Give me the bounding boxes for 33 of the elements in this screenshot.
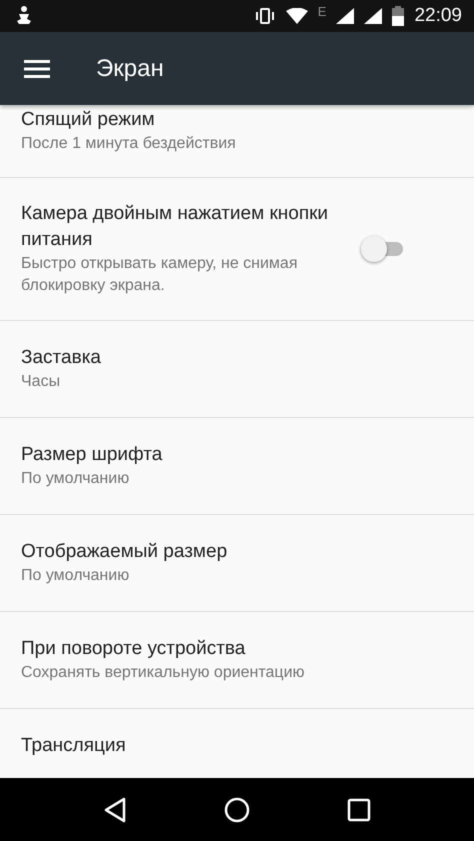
signal-icon: [336, 8, 354, 24]
signal-icon: [364, 8, 382, 24]
setting-summary: По умолчанию: [21, 469, 130, 489]
screen-title: Экран: [96, 54, 164, 82]
setting-summary: После 1 минута бездействия: [21, 134, 237, 154]
clock-time: 22:09: [414, 5, 462, 27]
vibrate-icon: [254, 8, 276, 24]
setting-summary: Сохранять вертикальную ориентацию: [21, 663, 306, 683]
setting-item[interactable]: Заставка Часы: [0, 321, 474, 418]
recents-icon[interactable]: [347, 798, 371, 822]
setting-item[interactable]: Спящий режим После 1 минута бездействия: [0, 105, 474, 178]
menu-icon[interactable]: [24, 60, 50, 78]
setting-item[interactable]: Камера двойным нажатием кнопки питания Быстро открывать камеру, не снимая блокировку экрана.: [0, 178, 474, 321]
setting-title: Спящий режим: [21, 108, 156, 132]
setting-item[interactable]: Отображаемый размер По умолчанию: [0, 515, 474, 612]
meditation-icon: [14, 5, 34, 27]
setting-summary: По умолчанию: [21, 566, 130, 586]
battery-icon: [392, 6, 404, 26]
network-type-label: E: [318, 4, 326, 19]
setting-item[interactable]: Размер шрифта По умолчанию: [0, 418, 474, 515]
setting-title: Камера двойным нажатием кнопки питания: [21, 202, 330, 252]
back-icon[interactable]: [103, 796, 127, 822]
setting-summary: Быстро открывать камеру, не снимая блокировку экрана.: [21, 254, 298, 296]
setting-title: Заставка: [21, 346, 102, 370]
setting-title: Размер шрифта: [21, 443, 164, 467]
setting-item[interactable]: При повороте устройства Сохранять вертикальную ориентацию: [0, 612, 474, 709]
setting-title: Отображаемый размер: [21, 540, 228, 564]
home-icon[interactable]: [224, 796, 250, 822]
setting-title: При повороте устройства: [21, 637, 246, 661]
setting-summary: Часы: [21, 372, 62, 392]
toggle-switch[interactable]: [361, 236, 405, 262]
wifi-icon: [286, 8, 308, 24]
setting-title: Трансляция: [21, 734, 127, 758]
